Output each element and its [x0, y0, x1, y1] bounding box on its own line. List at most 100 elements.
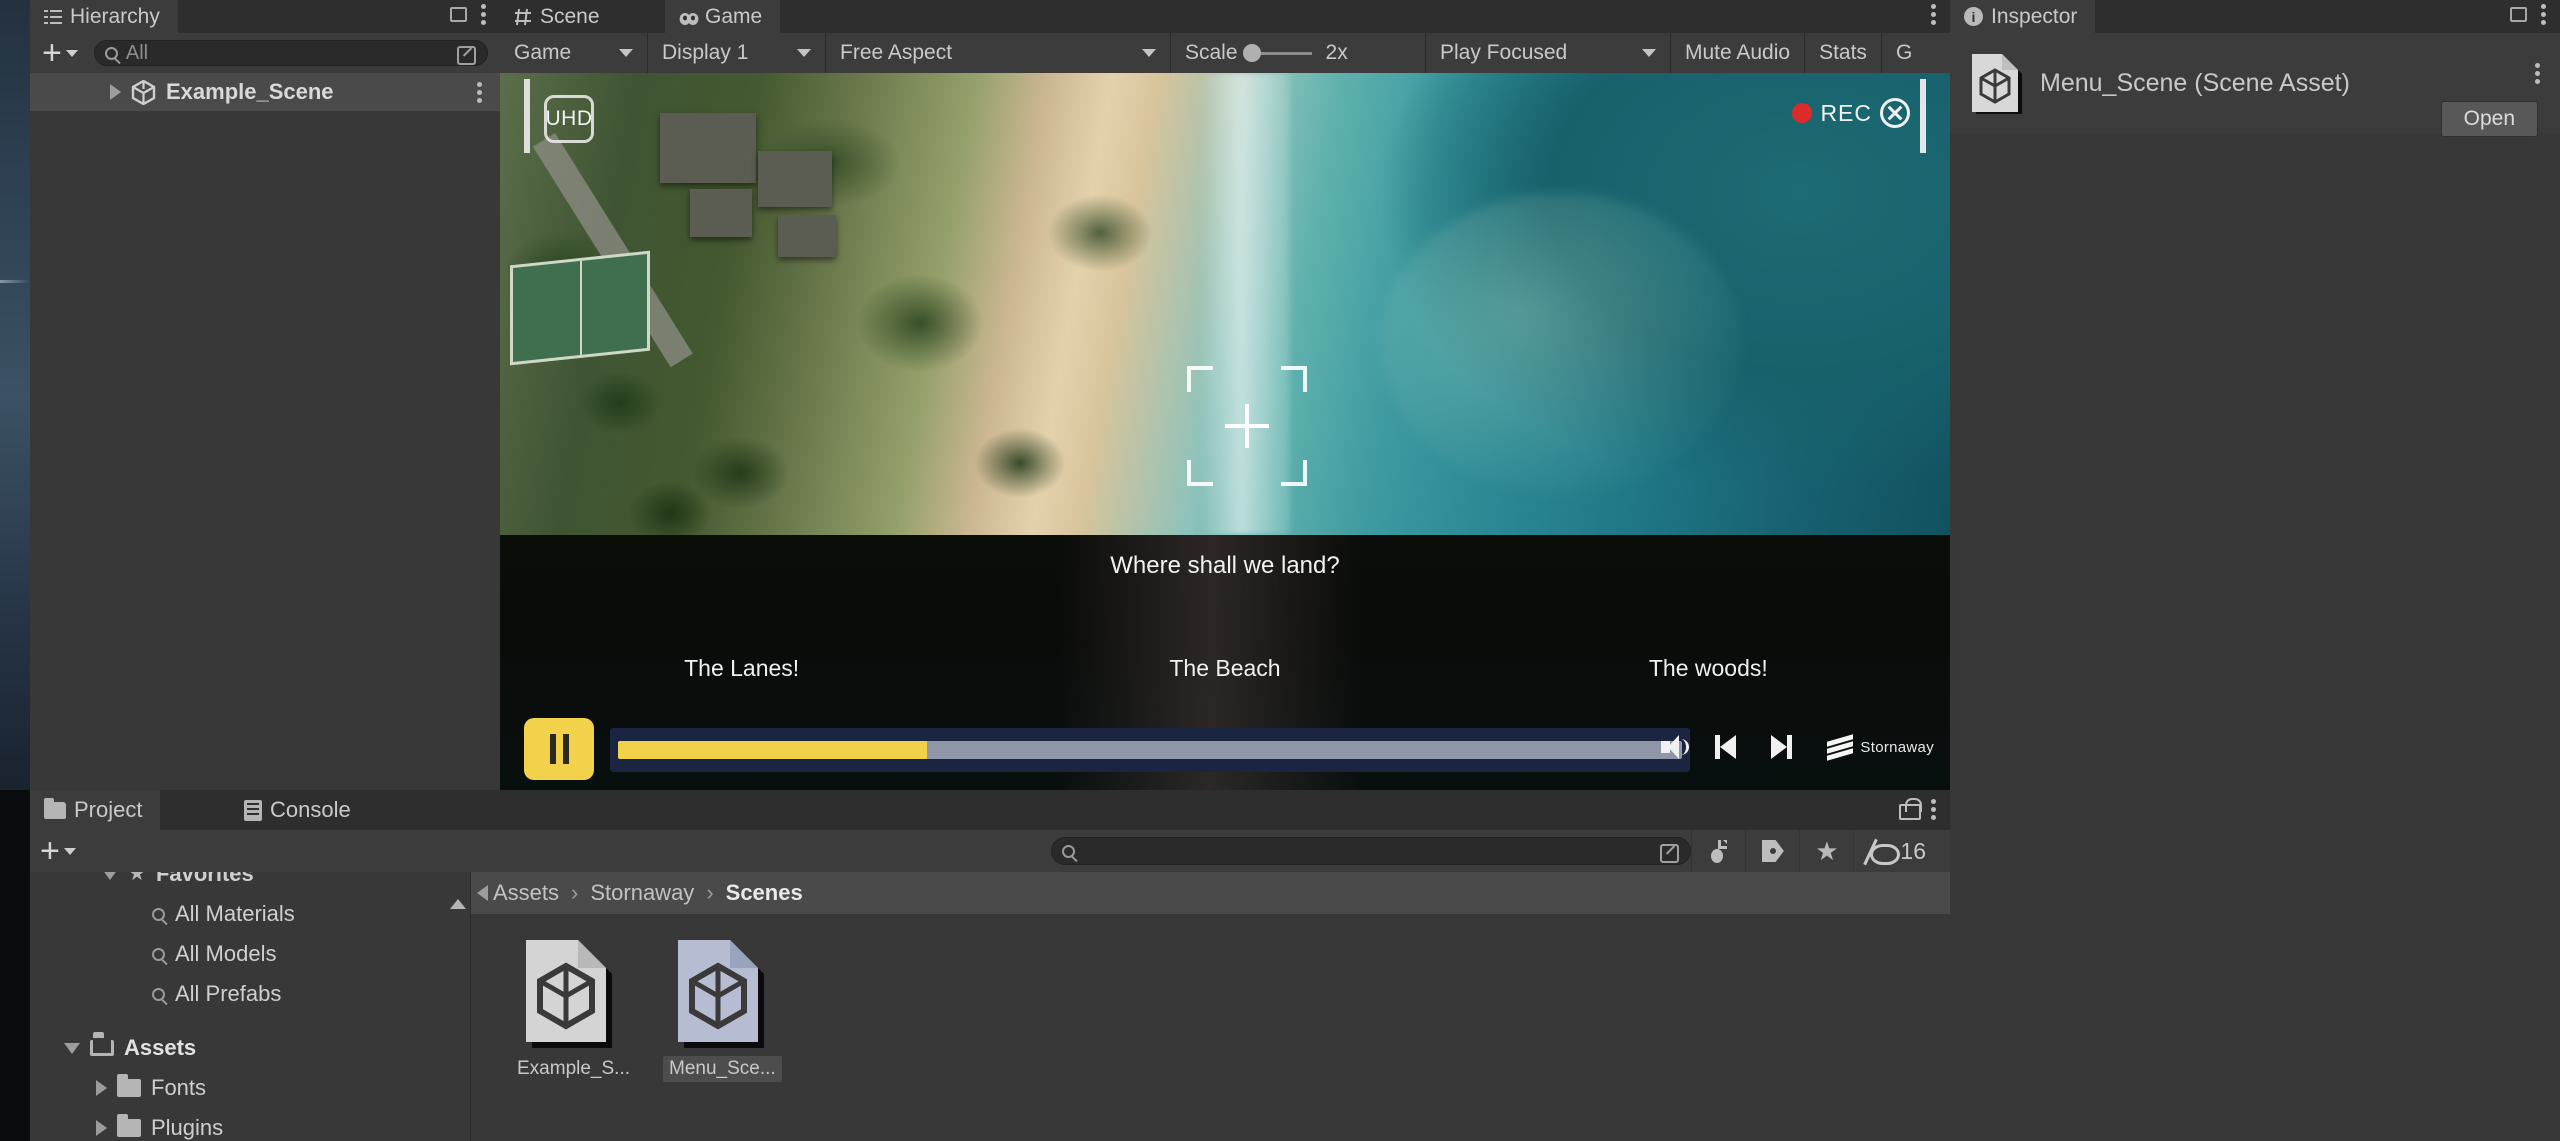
open-button[interactable]: Open	[2440, 101, 2538, 137]
project-folder-tree: ★ Favorites All Materials All Models All…	[30, 872, 470, 1141]
expand-arrow-icon[interactable]	[110, 84, 121, 100]
tree-item-fonts[interactable]: Fonts	[30, 1068, 470, 1108]
pause-icon-bar-right	[562, 734, 569, 764]
tree-item-plugins[interactable]: Plugins	[30, 1108, 470, 1141]
breadcrumb-back-icon[interactable]	[477, 885, 488, 901]
tree-scrollbar[interactable]	[450, 882, 466, 1135]
inspector-menu-icon[interactable]	[2541, 4, 2546, 25]
pause-button[interactable]	[524, 718, 594, 780]
choice-option-2[interactable]: The Beach	[983, 655, 1466, 682]
search-icon	[152, 947, 165, 961]
chevron-down-icon	[619, 49, 633, 57]
tree-item-all-materials[interactable]: All Materials	[30, 894, 470, 934]
tag-icon[interactable]	[1745, 830, 1799, 872]
scale-slider-knob[interactable]	[1242, 43, 1261, 62]
hierarchy-menu-icon[interactable]	[481, 4, 486, 25]
game-render-canvas[interactable]: UHD REC Where shall we land? The Lanes! …	[500, 73, 1950, 790]
scale-slider-track[interactable]	[1242, 43, 1312, 62]
progress-track[interactable]	[618, 741, 1682, 759]
display-dropdown[interactable]: Display 1	[648, 33, 826, 73]
inspector-panel-corner	[2510, 4, 2546, 25]
skip-next-icon[interactable]	[1771, 732, 1801, 762]
tab-hierarchy[interactable]: Hierarchy	[30, 0, 178, 33]
tab-scene[interactable]: Scene	[500, 0, 618, 33]
gizmos-button[interactable]: G	[1882, 33, 1926, 73]
choice-option-1[interactable]: The Lanes!	[500, 655, 983, 682]
scroll-up-arrow-icon[interactable]	[450, 882, 466, 909]
tree-item-all-prefabs-label: All Prefabs	[175, 981, 282, 1006]
hierarchy-search-input[interactable]: All	[93, 40, 488, 66]
unity-scene-asset-icon	[1968, 52, 2022, 116]
tree-item-all-prefabs[interactable]: All Prefabs	[30, 974, 470, 1014]
expand-arrow-icon[interactable]	[96, 1120, 107, 1136]
stornaway-brand[interactable]: Stornaway	[1827, 734, 1934, 761]
lock-icon[interactable]	[1899, 798, 1922, 820]
close-icon[interactable]	[1880, 98, 1910, 128]
expand-arrow-icon[interactable]	[96, 1080, 107, 1096]
unity-scene-asset-icon	[518, 936, 614, 1048]
play-mode-label: Play Focused	[1440, 41, 1568, 64]
subtitle-text: Where shall we land?	[1110, 552, 1340, 579]
play-mode-dropdown[interactable]: Play Focused	[1426, 33, 1671, 73]
maximize-icon[interactable]	[2510, 7, 2527, 22]
choice-option-3[interactable]: The woods!	[1467, 655, 1950, 682]
game-menu-icon[interactable]	[1931, 4, 1936, 25]
video-player-controls: Stornaway	[500, 718, 1950, 780]
hierarchy-row-example-scene[interactable]: Example_Scene	[30, 73, 500, 111]
breadcrumb-assets[interactable]: Assets	[493, 880, 559, 906]
collapse-arrow-icon[interactable]	[102, 872, 118, 880]
project-menu-icon[interactable]	[1931, 798, 1936, 820]
create-asset-button[interactable]: +	[40, 832, 76, 870]
scene-grid-icon	[514, 8, 532, 26]
game-panel: Scene Game Game Display 1 Free Aspect Sc…	[500, 0, 1950, 790]
plus-icon: +	[40, 832, 60, 870]
project-search-input[interactable]	[1051, 837, 1692, 865]
stats-button[interactable]: Stats	[1805, 33, 1882, 73]
tab-inspector[interactable]: i Inspector	[1950, 0, 2096, 33]
tab-project[interactable]: Project	[30, 790, 161, 830]
tree-item-favorites[interactable]: ★ Favorites	[30, 872, 470, 894]
skip-previous-icon[interactable]	[1715, 732, 1745, 762]
asset-grid: Example_S... Menu_Sce...	[471, 914, 1950, 1082]
search-popout-icon[interactable]	[457, 43, 477, 65]
console-icon	[244, 799, 262, 821]
favorite-star-icon[interactable]: ★	[1799, 830, 1853, 872]
tab-console[interactable]: Console	[230, 790, 369, 830]
folder-icon	[117, 1074, 141, 1097]
tree-item-assets-label: Assets	[124, 1035, 197, 1060]
folder-open-icon	[90, 1032, 114, 1056]
unity-scene-icon	[131, 79, 156, 105]
scene-row-menu-icon[interactable]	[477, 82, 482, 103]
hidden-packages-count[interactable]: 16	[1853, 830, 1940, 872]
project-panel: Project Console + ★ 16 ★ Favorites All M…	[30, 790, 1950, 1141]
aspect-ratio-dropdown[interactable]: Free Aspect	[826, 33, 1171, 73]
search-popout-icon[interactable]	[1660, 841, 1680, 863]
tree-item-all-models-label: All Models	[175, 941, 277, 966]
breadcrumb-stornaway[interactable]: Stornaway	[590, 880, 694, 906]
tab-game[interactable]: Game	[665, 0, 781, 33]
progress-bar[interactable]	[610, 728, 1690, 772]
mute-audio-button[interactable]: Mute Audio	[1671, 33, 1806, 73]
scale-slider[interactable]: Scale 2x	[1171, 33, 1426, 73]
unity-scene-asset-icon	[670, 936, 766, 1048]
game-tabstrip: Scene Game	[500, 0, 1950, 33]
asset-item-example-scene[interactable]: Example_S...	[511, 936, 630, 1082]
asset-item-menu-scene[interactable]: Menu_Sce...	[663, 936, 782, 1082]
search-icon	[152, 907, 165, 921]
tree-item-all-models[interactable]: All Models	[30, 934, 470, 974]
stornaway-logo-icon	[1827, 734, 1854, 761]
collapse-arrow-icon[interactable]	[64, 1042, 80, 1054]
add-gameobject-button[interactable]: +	[42, 36, 78, 70]
volume-icon[interactable]	[1659, 732, 1690, 762]
breadcrumb-scenes[interactable]: Scenes	[726, 880, 803, 906]
game-view-mode-dropdown[interactable]: Game	[500, 33, 648, 73]
project-split: ★ Favorites All Materials All Models All…	[30, 872, 1950, 1141]
uhd-badge-label: UHD	[545, 107, 593, 130]
maximize-icon[interactable]	[450, 7, 467, 22]
inspector-asset-menu-icon[interactable]	[2535, 63, 2540, 84]
project-toolbar: + ★ 16	[30, 830, 1950, 872]
save-filter-icon[interactable]	[1691, 830, 1745, 872]
tree-item-assets[interactable]: Assets	[30, 1028, 470, 1068]
inspector-panel: i Inspector Menu_Scene (Scene Asset) Ope…	[1950, 0, 2560, 1141]
record-dot-icon	[1792, 103, 1813, 123]
